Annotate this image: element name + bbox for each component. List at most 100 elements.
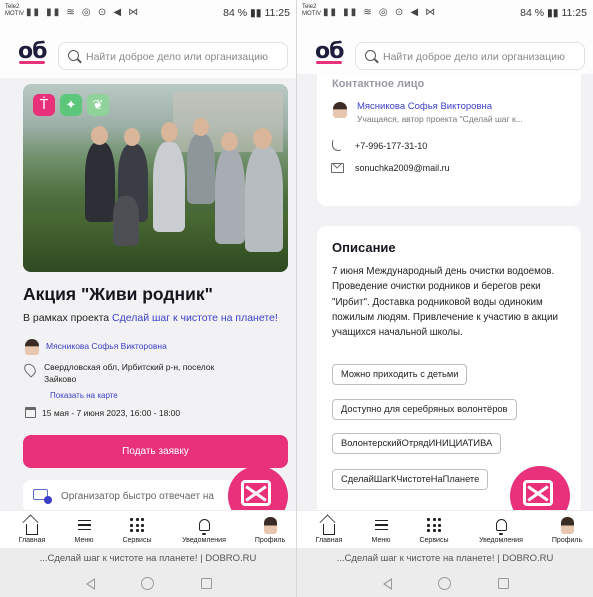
status-icons: ▮▮ ▮▮ ≋ ◎ ⊙ ◀ ⋈	[323, 7, 438, 18]
show-on-map-link[interactable]: Показать на карте	[50, 391, 118, 400]
grid-icon	[427, 518, 441, 532]
nav-home[interactable]: Главная	[12, 513, 52, 544]
nav-menu-label: Меню	[74, 537, 94, 544]
tag-chip[interactable]: СделайШагКЧистотеНаПланете	[332, 469, 489, 490]
recents-icon[interactable]	[201, 578, 212, 589]
nav-home[interactable]: Главная	[309, 513, 349, 544]
photo-person-head	[193, 118, 209, 136]
app-logo[interactable]: об	[315, 39, 345, 64]
nav-services-label: Сервисы	[419, 537, 449, 544]
search-box[interactable]	[355, 42, 585, 70]
home-circle-icon[interactable]	[141, 577, 154, 590]
search-input[interactable]	[383, 48, 581, 65]
contact-name-link[interactable]: Мясникова Софья Викторовна	[357, 101, 492, 112]
menu-icon	[77, 520, 91, 530]
event-address: Свердловская обл, Ирбитский р-н, поселок…	[44, 362, 215, 384]
bell-icon	[495, 519, 507, 535]
battery-clock: 84 % ▮▮ 11:25	[520, 7, 587, 19]
status-bar: Tele2 MOTIV ▮▮ ▮▮ ≋ ◎ ⊙ ◀ ⋈ 84 % ▮▮ 11:2…	[297, 0, 593, 28]
description-heading: Описание	[332, 240, 396, 255]
back-icon[interactable]	[86, 578, 95, 590]
nav-services[interactable]: Сервисы	[409, 513, 459, 544]
nature-icon: ❦	[87, 94, 109, 116]
contact-avatar	[333, 102, 347, 118]
carrier-label: Tele2 MOTIV	[5, 4, 24, 17]
mail-icon	[331, 163, 344, 173]
nav-profile-label: Профиль	[551, 537, 583, 544]
event-title: Акция "Живи родник"	[23, 284, 213, 304]
tag-chip[interactable]: Доступно для серебряных волонтёров	[332, 399, 517, 420]
status-bar: Tele2 MOTIV ▮▮ ▮▮ ≋ ◎ ⊙ ◀ ⋈ 84 % ▮▮ 11:2…	[0, 0, 296, 28]
tag-chip[interactable]: Можно приходить с детьми	[332, 364, 468, 385]
nav-menu[interactable]: Меню	[64, 513, 104, 544]
back-icon[interactable]	[383, 578, 392, 590]
right-screen: Контактное лицо Tele2 MOTIV ▮▮ ▮▮ ≋ ◎ ⊙ …	[297, 0, 593, 597]
photo-person	[215, 148, 245, 244]
system-nav-bar	[0, 570, 296, 597]
nav-menu[interactable]: Меню	[361, 513, 401, 544]
project-link[interactable]: Сделай шаг к чистоте на планете!	[112, 312, 278, 324]
photo-person	[187, 134, 215, 204]
nav-services-label: Сервисы	[122, 537, 152, 544]
search-box[interactable]	[58, 42, 288, 70]
bottom-nav: Главная Меню Сервисы Уведомления Профиль	[297, 510, 593, 548]
photo-person-head	[161, 122, 178, 142]
app-header: об	[297, 28, 593, 74]
phone-icon	[332, 139, 342, 151]
children-icon: Ṫ	[33, 94, 55, 116]
search-icon	[68, 50, 79, 61]
search-input[interactable]	[86, 48, 284, 65]
grid-icon	[130, 518, 144, 532]
contact-phone[interactable]: +7-996-177-31-10	[355, 141, 427, 151]
ecology-icon: ✦	[60, 94, 82, 116]
carrier-label: Tele2 MOTIV	[302, 4, 321, 17]
menu-icon	[374, 520, 388, 530]
photo-person	[245, 146, 283, 252]
nav-profile-label: Профиль	[254, 537, 286, 544]
photo-person	[113, 196, 139, 246]
tag-chip[interactable]: ВолонтерскийОтрядИНИЦИАТИВА	[332, 433, 502, 454]
photo-person-head	[221, 132, 238, 151]
nav-home-label: Главная	[315, 537, 343, 544]
apply-button[interactable]: Подать заявку	[23, 435, 288, 468]
browser-title-bar[interactable]: ...Сделай шаг к чистоте на планете! | DO…	[297, 548, 593, 570]
system-nav-bar	[297, 570, 593, 597]
photo-person-head	[253, 128, 272, 149]
description-text: 7 июня Международный день очистки водоем…	[332, 266, 558, 339]
home-icon	[26, 523, 38, 535]
battery-clock: 84 % ▮▮ 11:25	[223, 7, 290, 19]
project-prefix: В рамках проекта	[23, 312, 110, 324]
contact-heading: Контактное лицо	[332, 78, 425, 90]
nav-profile[interactable]: Профиль	[545, 513, 589, 544]
contact-email[interactable]: sonuchka2009@mail.ru	[355, 163, 450, 173]
search-icon	[365, 50, 376, 61]
organizer-avatar	[25, 339, 39, 355]
nav-notifications-label: Уведомления	[479, 537, 523, 544]
organizer-link[interactable]: Мясникова Софья Викторовна	[46, 341, 167, 351]
nav-menu-label: Меню	[371, 537, 391, 544]
nav-services[interactable]: Сервисы	[112, 513, 162, 544]
home-circle-icon[interactable]	[438, 577, 451, 590]
app-header: об	[0, 28, 296, 78]
event-dates: 15 мая - 7 июня 2023, 16:00 - 18:00	[42, 408, 181, 418]
recents-icon[interactable]	[498, 578, 509, 589]
nav-notifications[interactable]: Уведомления	[172, 513, 236, 544]
status-icons: ▮▮ ▮▮ ≋ ◎ ⊙ ◀ ⋈	[26, 7, 141, 18]
nav-profile[interactable]: Профиль	[248, 513, 292, 544]
location-pin-icon	[21, 361, 39, 378]
left-screen: Tele2 MOTIV ▮▮ ▮▮ ≋ ◎ ⊙ ◀ ⋈ 84 % ▮▮ 11:2…	[0, 0, 296, 597]
home-icon	[323, 523, 335, 535]
mail-check-icon	[33, 489, 52, 504]
nav-notifications[interactable]: Уведомления	[469, 513, 533, 544]
nav-home-label: Главная	[18, 537, 46, 544]
app-logo[interactable]: об	[18, 39, 48, 64]
photo-person-head	[124, 128, 140, 146]
notice-text: Организатор быстро отвечает на	[61, 491, 214, 502]
nav-notifications-label: Уведомления	[182, 537, 226, 544]
photo-person	[85, 142, 115, 222]
photo-person-head	[91, 126, 108, 145]
project-line: В рамках проекта Сделай шаг к чистоте на…	[23, 312, 278, 324]
photo-person	[153, 142, 185, 232]
avatar	[560, 516, 574, 534]
browser-title-bar[interactable]: ...Сделай шаг к чистоте на планете! | DO…	[0, 548, 296, 570]
